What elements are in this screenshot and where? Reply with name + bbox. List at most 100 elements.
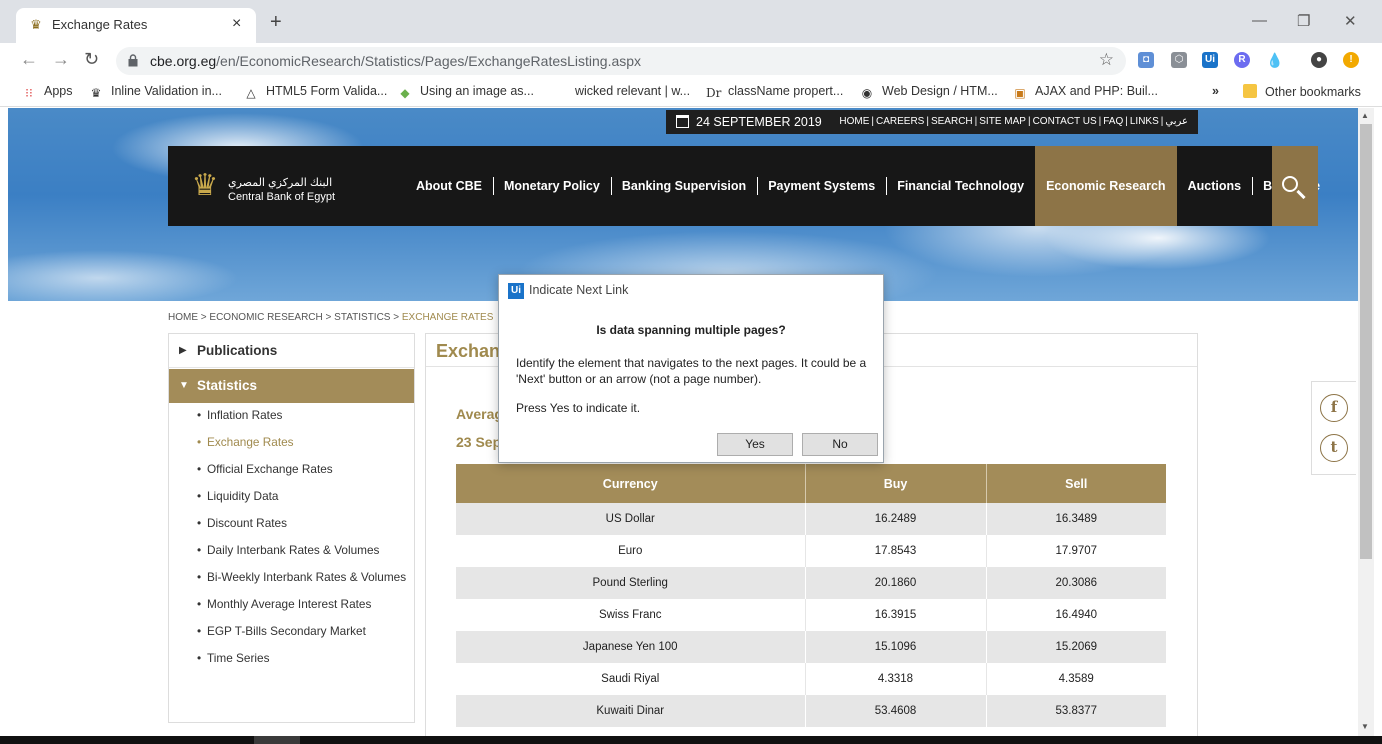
bookmark-image[interactable]: ◆ Using an image as... bbox=[398, 84, 534, 100]
column-header-currency: Currency bbox=[456, 464, 806, 503]
uipath-extension-icon[interactable]: Ui bbox=[1202, 52, 1218, 68]
bookmark-wicked-relevant[interactable]: wicked relevant | w... bbox=[575, 84, 690, 98]
sidebar-item-biweekly-interbank[interactable]: Bi-Weekly Interbank Rates & Volumes bbox=[197, 570, 412, 585]
sidebar-publications[interactable]: ▶ Publications bbox=[169, 334, 414, 368]
sidebar-item-time-series[interactable]: Time Series bbox=[197, 651, 412, 666]
sidebar-item-daily-interbank[interactable]: Daily Interbank Rates & Volumes bbox=[197, 543, 412, 558]
menu-monetary-policy[interactable]: Monetary Policy bbox=[492, 146, 611, 226]
profile-avatar[interactable]: ● bbox=[1311, 52, 1327, 68]
sidebar-statistics-label: Statistics bbox=[197, 378, 258, 393]
currency-cell: Saudi Riyal bbox=[456, 663, 806, 695]
scroll-up-arrow-icon[interactable]: ▲ bbox=[1361, 111, 1369, 120]
breadcrumb-statistics[interactable]: STATISTICS bbox=[334, 312, 390, 323]
sidebar-publications-label: Publications bbox=[197, 343, 278, 358]
menu-payment-systems[interactable]: Payment Systems bbox=[757, 146, 886, 226]
image-icon: ◆ bbox=[400, 86, 410, 100]
yes-button[interactable]: Yes bbox=[717, 433, 793, 456]
bookmark-star-icon[interactable]: ☆ bbox=[1099, 50, 1114, 70]
breadcrumb: HOME > ECONOMIC RESEARCH > STATISTICS > … bbox=[168, 312, 493, 323]
bookmark-ajax-php[interactable]: ▣ AJAX and PHP: Buil... bbox=[1013, 84, 1158, 100]
top-link-links[interactable]: LINKS bbox=[1128, 116, 1161, 127]
no-button[interactable]: No bbox=[802, 433, 878, 456]
bookmark-web-design[interactable]: ◉ Web Design / HTM... bbox=[860, 84, 998, 100]
other-bookmarks[interactable]: Other bookmarks bbox=[1243, 84, 1361, 99]
eagle-emblem-icon[interactable]: ♛ bbox=[188, 164, 222, 208]
menu-financial-technology[interactable]: Financial Technology bbox=[886, 146, 1035, 226]
menu-about-cbe[interactable]: About CBE bbox=[405, 146, 493, 226]
bookmark-apps[interactable]: ⁝⁝ Apps bbox=[22, 84, 72, 100]
bookmark-label: HTML5 Form Valida... bbox=[266, 84, 388, 98]
sidebar-statistics[interactable]: ▼ Statistics bbox=[169, 369, 414, 403]
top-link-home[interactable]: HOME bbox=[837, 116, 871, 127]
address-bar[interactable]: cbe.org.eg/en/EconomicResearch/Statistic… bbox=[116, 47, 1126, 75]
scroll-down-arrow-icon[interactable]: ▼ bbox=[1361, 722, 1369, 731]
forward-button[interactable]: → bbox=[52, 49, 70, 70]
buy-cell: 20.1860 bbox=[805, 567, 987, 599]
top-link-careers[interactable]: CAREERS bbox=[874, 116, 926, 127]
search-icon-handle bbox=[1296, 189, 1306, 200]
currency-cell: Kuwaiti Dinar bbox=[456, 695, 806, 727]
r-extension-icon[interactable]: R bbox=[1234, 52, 1250, 68]
dialog-title: Indicate Next Link bbox=[529, 283, 629, 297]
new-tab-button[interactable]: + bbox=[270, 12, 282, 32]
site-search-button[interactable] bbox=[1272, 146, 1318, 226]
restore-button[interactable]: ❐ bbox=[1297, 12, 1310, 30]
sidebar-item-liquidity-data[interactable]: Liquidity Data bbox=[197, 489, 412, 504]
browser-tab[interactable]: ♛ Exchange Rates × bbox=[16, 8, 256, 43]
currency-cell: Pound Sterling bbox=[456, 567, 806, 599]
top-link-faq[interactable]: FAQ bbox=[1101, 116, 1125, 127]
update-alert-icon[interactable]: ! bbox=[1343, 52, 1359, 68]
sidebar-statistics-list: Inflation Rates Exchange Rates Official … bbox=[197, 408, 412, 678]
sidebar-item-official-exchange-rates[interactable]: Official Exchange Rates bbox=[197, 462, 412, 477]
main-menu: About CBE Monetary Policy Banking Superv… bbox=[405, 146, 1331, 226]
sell-cell: 15.2069 bbox=[986, 631, 1166, 663]
bookmarks-overflow-button[interactable]: » bbox=[1212, 84, 1219, 98]
sell-cell: 20.3086 bbox=[986, 567, 1166, 599]
menu-banking-supervision[interactable]: Banking Supervision bbox=[610, 146, 757, 226]
facebook-icon[interactable]: f bbox=[1320, 394, 1348, 422]
back-button[interactable]: ← bbox=[20, 49, 38, 70]
menu-auctions[interactable]: Auctions bbox=[1177, 146, 1252, 226]
sidebar-item-discount-rates[interactable]: Discount Rates bbox=[197, 516, 412, 531]
scrollbar-thumb[interactable] bbox=[1360, 124, 1372, 559]
os-taskbar bbox=[0, 736, 1382, 744]
tab-close-icon[interactable]: × bbox=[232, 15, 241, 33]
breadcrumb-home[interactable]: HOME bbox=[168, 312, 198, 323]
top-link-arabic[interactable]: عربي bbox=[1163, 116, 1190, 127]
top-link-contact[interactable]: CONTACT US bbox=[1031, 116, 1099, 127]
currency-cell: Swiss Franc bbox=[456, 599, 806, 631]
drop-extension-icon[interactable]: 💧 bbox=[1266, 52, 1283, 68]
dialog-hint: Press Yes to indicate it. bbox=[516, 401, 641, 415]
bookmark-html5-form[interactable]: △ HTML5 Form Valida... bbox=[244, 84, 387, 100]
reload-button[interactable]: ↻ bbox=[84, 49, 99, 70]
twitter-icon[interactable]: t bbox=[1320, 434, 1348, 462]
url-path: /en/EconomicResearch/Statistics/Pages/Ex… bbox=[216, 53, 642, 69]
logo-text-arabic[interactable]: البنك المركزي المصري bbox=[228, 176, 332, 189]
main-navbar: ♛ البنك المركزي المصري Central Bank of E… bbox=[168, 146, 1320, 226]
camera-extension-icon[interactable]: ◘ bbox=[1138, 52, 1154, 68]
url-host: cbe.org.eg bbox=[150, 53, 217, 69]
url-text[interactable]: cbe.org.eg/en/EconomicResearch/Statistic… bbox=[150, 53, 641, 69]
bookmark-classname[interactable]: Dr className propert... bbox=[706, 84, 843, 100]
top-links: HOME | CAREERS | SEARCH | SITE MAP | CONTACT US |… bbox=[837, 116, 1190, 127]
cube-extension-icon[interactable]: ⬡ bbox=[1171, 52, 1187, 68]
close-window-button[interactable]: ✕ bbox=[1344, 12, 1357, 30]
top-link-sitemap[interactable]: SITE MAP bbox=[977, 116, 1028, 127]
menu-economic-research[interactable]: Economic Research bbox=[1035, 146, 1177, 226]
sidebar-item-egp-tbills[interactable]: EGP T-Bills Secondary Market bbox=[197, 624, 412, 639]
sell-cell: 4.3589 bbox=[986, 663, 1166, 695]
buy-cell: 4.3318 bbox=[805, 663, 987, 695]
logo-text-english[interactable]: Central Bank of Egypt bbox=[228, 191, 335, 203]
sidebar-item-monthly-average-interest[interactable]: Monthly Average Interest Rates bbox=[197, 597, 412, 612]
page-scrollbar[interactable]: ▲ ▼ bbox=[1358, 108, 1374, 736]
tab-title: Exchange Rates bbox=[52, 17, 148, 32]
taskbar-app-button[interactable] bbox=[254, 736, 300, 744]
minimize-button[interactable]: — bbox=[1252, 12, 1267, 29]
sidebar-item-inflation-rates[interactable]: Inflation Rates bbox=[197, 408, 412, 423]
breadcrumb-economic-research[interactable]: ECONOMIC RESEARCH bbox=[209, 312, 322, 323]
validation-icon: ♛ bbox=[90, 86, 102, 100]
top-link-search[interactable]: SEARCH bbox=[929, 116, 975, 127]
sidebar-item-exchange-rates[interactable]: Exchange Rates bbox=[197, 435, 412, 450]
table-row: Kuwaiti Dinar 53.4608 53.8377 bbox=[456, 695, 1166, 727]
bookmark-inline-validation[interactable]: ♛ Inline Validation in... bbox=[89, 84, 222, 100]
